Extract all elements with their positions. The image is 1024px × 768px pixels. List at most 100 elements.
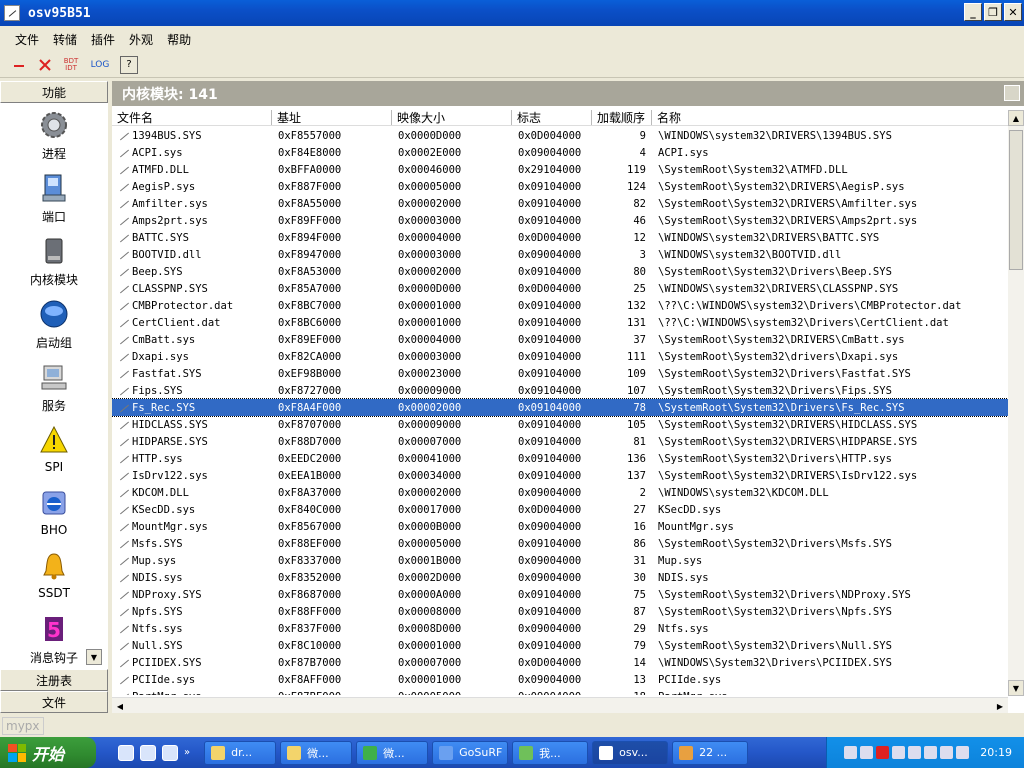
sidebar-header[interactable]: 功能 [0, 81, 108, 103]
table-row[interactable]: CmBatt.sys 0xF89EF000 0x00004000 0x09104000… [112, 331, 1008, 348]
sidebar-file[interactable]: 文件 [0, 691, 108, 713]
column-base[interactable]: 基址 [272, 110, 392, 125]
sidebar-item-process[interactable]: 进程 [0, 103, 108, 166]
module-file-icon [118, 640, 130, 652]
scroll-down-button[interactable]: ▼ [1008, 680, 1024, 696]
cell-name-text: \WINDOWS\system32\BOOTVID.dll [658, 248, 842, 261]
table-row[interactable]: HIDPARSE.SYS 0xF88D7000 0x00007000 0x091040… [112, 433, 1008, 450]
table-row[interactable]: HTTP.sys 0xEEDC2000 0x00041000 0x09104000 13… [112, 450, 1008, 467]
sidebar-item-kernel-module[interactable]: 内核模块 [0, 229, 108, 292]
table-row[interactable]: Ntfs.sys 0xF837F000 0x0008D000 0x09004000 29… [112, 620, 1008, 637]
table-row[interactable]: KSecDD.sys 0xF840C000 0x00017000 0x0D004000… [112, 501, 1008, 518]
cell-flags: 0x09104000 [512, 419, 592, 431]
restore-button[interactable]: ❐ [984, 3, 1002, 21]
column-filename[interactable]: 文件名 [112, 110, 272, 125]
scroll-left-button[interactable]: ◀ [112, 698, 128, 714]
table-row[interactable]: Amps2prt.sys 0xF89FF000 0x00003000 0x091040… [112, 212, 1008, 229]
quick-launch-icon[interactable] [140, 744, 156, 761]
table-row[interactable]: CMBProtector.dat 0xF8BC7000 0x00001000 0x09… [112, 297, 1008, 314]
sidebar-item-port[interactable]: 端口 [0, 166, 108, 229]
taskbar-button[interactable]: 微... [356, 740, 429, 765]
column-flags[interactable]: 标志 [512, 110, 592, 125]
sidebar-item-ssdt[interactable]: SSDT [0, 544, 108, 607]
table-row[interactable]: CertClient.dat 0xF8BC6000 0x00001000 0x0910… [112, 314, 1008, 331]
help-icon[interactable]: ? [120, 55, 138, 74]
minimize-button[interactable]: _ [964, 3, 982, 21]
cell-size: 0x0008D000 [392, 623, 512, 635]
taskbar-button[interactable]: dr... [204, 740, 277, 765]
menu-help[interactable]: 帮助 [160, 31, 198, 48]
table-row[interactable]: NDIS.sys 0xF8352000 0x0002D000 0x09004000 30… [112, 569, 1008, 586]
table-row[interactable]: MountMgr.sys 0xF8567000 0x0000B000 0x090040… [112, 518, 1008, 535]
column-name[interactable]: 名称 [652, 110, 1008, 125]
cell-filename: Dxapi.sys [112, 351, 272, 363]
table-row[interactable]: AegisP.sys 0xF887F000 0x00005000 0x09104000… [112, 178, 1008, 195]
start-button[interactable]: 开始 [0, 737, 96, 768]
network-icon[interactable] [956, 746, 970, 759]
menu-file[interactable]: 文件 [8, 31, 46, 48]
table-row[interactable]: Fips.SYS 0xF8727000 0x00009000 0x09104000 10… [112, 382, 1008, 399]
log-icon[interactable]: LOG [88, 56, 112, 74]
scroll-up-button[interactable]: ▲ [1008, 110, 1024, 126]
bdt-idt-icon[interactable]: BDT IDT [62, 56, 80, 74]
taskbar-button[interactable]: GoSuRF [432, 740, 509, 765]
table-row[interactable]: CLASSPNP.SYS 0xF85A7000 0x0000D000 0x0D0040… [112, 280, 1008, 297]
scroll-thumb[interactable] [1009, 130, 1023, 270]
table-row[interactable]: ATMFD.DLL 0xBFFA0000 0x00046000 0x29104000 1… [112, 161, 1008, 178]
table-row[interactable]: NDProxy.SYS 0xF8687000 0x0000A000 0x0910400… [112, 586, 1008, 603]
delete-icon[interactable] [36, 56, 54, 74]
quick-launch-icon[interactable] [162, 744, 178, 761]
table-row[interactable]: PartMgr.sys 0xF87BF000 0x00005000 0x0900400… [112, 688, 1008, 696]
table-row[interactable]: Msfs.SYS 0xF88EF000 0x00005000 0x09104000 86… [112, 535, 1008, 552]
table-row[interactable]: Dxapi.sys 0xF82CA000 0x00003000 0x09104000 1… [112, 348, 1008, 365]
minus-icon[interactable] [10, 56, 28, 74]
table-row[interactable]: Npfs.SYS 0xF88FF000 0x00008000 0x09104000 87… [112, 603, 1008, 620]
tray-icon[interactable] [940, 746, 954, 759]
table-row[interactable]: BOOTVID.dll 0xF8947000 0x00003000 0x0900400… [112, 246, 1008, 263]
column-size[interactable]: 映像大小 [392, 110, 512, 125]
table-row[interactable]: Beep.SYS 0xF8A53000 0x00002000 0x09104000 80… [112, 263, 1008, 280]
module-file-icon [118, 351, 130, 363]
taskbar-button[interactable]: 22 ... [672, 740, 749, 765]
menu-plugins[interactable]: 插件 [84, 31, 122, 48]
table-row[interactable]: ACPI.sys 0xF84E8000 0x0002E000 0x09004000 4 A… [112, 144, 1008, 161]
tray-icon[interactable] [908, 746, 922, 759]
tray-icon[interactable] [860, 746, 874, 759]
tray-icon[interactable] [844, 746, 858, 759]
table-row[interactable]: BATTC.SYS 0xF894F000 0x00004000 0x0D004000 1… [112, 229, 1008, 246]
table-row[interactable]: IsDrv122.sys 0xEEA1B000 0x00034000 0x091040… [112, 467, 1008, 484]
taskbar-button[interactable]: osv... [592, 740, 669, 765]
sidebar-item-spi[interactable]: SPI [0, 418, 108, 481]
sidebar-item-services[interactable]: 服务 [0, 355, 108, 418]
lock-icon[interactable] [1004, 85, 1020, 101]
scroll-right-button[interactable]: ▶ [992, 698, 1008, 714]
table-row[interactable]: Amfilter.sys 0xF8A55000 0x00002000 0x091040… [112, 195, 1008, 212]
table-row[interactable]: PCIIde.sys 0xF8AFF000 0x00001000 0x09004000… [112, 671, 1008, 688]
chevron-right-icon[interactable]: » [184, 747, 190, 758]
menu-appearance[interactable]: 外观 [122, 31, 160, 48]
table-row[interactable]: Null.SYS 0xF8C10000 0x00001000 0x09104000 79… [112, 637, 1008, 654]
table-row[interactable]: HIDCLASS.SYS 0xF8707000 0x00009000 0x091040… [112, 416, 1008, 433]
table-row[interactable]: Fs_Rec.SYS 0xF8A4F000 0x00002000 0x09104000… [112, 398, 1008, 417]
taskbar-button[interactable]: 我... [512, 740, 589, 765]
sidebar-scroll-down-button[interactable]: ▼ [86, 649, 102, 665]
taskbar-button[interactable]: 微... [280, 740, 353, 765]
table-row[interactable]: 1394BUS.SYS 0xF8557000 0x0000D000 0x0D00400… [112, 127, 1008, 144]
volume-icon[interactable] [924, 746, 938, 759]
tray-icon[interactable] [892, 746, 906, 759]
close-button[interactable]: ✕ [1004, 3, 1022, 21]
menu-dump[interactable]: 转储 [46, 31, 84, 48]
sidebar-item-startup[interactable]: 启动组 [0, 292, 108, 355]
ime-icon[interactable] [876, 746, 890, 759]
cell-size-text: 0x00002000 [398, 197, 462, 210]
table-row[interactable]: KDCOM.DLL 0xF8A37000 0x00002000 0x09004000 2… [112, 484, 1008, 501]
quick-launch-icon[interactable] [118, 744, 134, 761]
vertical-scrollbar[interactable]: ▲ ▼ [1008, 110, 1024, 696]
horizontal-scrollbar[interactable]: ◀ ▶ [112, 697, 1008, 713]
sidebar-item-bho[interactable]: BHO [0, 481, 108, 544]
sidebar-registry[interactable]: 注册表 [0, 669, 108, 691]
table-row[interactable]: Mup.sys 0xF8337000 0x0001B000 0x09004000 31 M… [112, 552, 1008, 569]
table-row[interactable]: PCIIDEX.SYS 0xF87B7000 0x00007000 0x0D00400… [112, 654, 1008, 671]
table-row[interactable]: Fastfat.SYS 0xEF98B000 0x00023000 0x0910400… [112, 365, 1008, 382]
column-load-order[interactable]: 加载顺序 [592, 110, 652, 125]
